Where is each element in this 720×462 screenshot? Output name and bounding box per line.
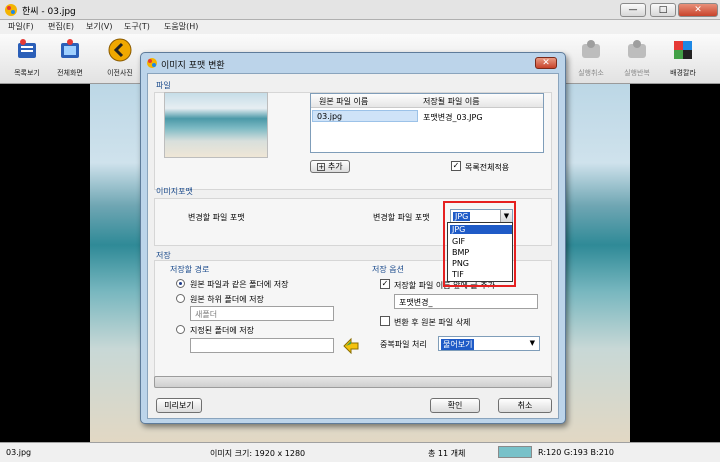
fullscreen-label: 전체화면 xyxy=(57,69,83,77)
subfolder-name-input[interactable]: 새폴더 xyxy=(190,306,334,321)
name-prefix-input[interactable]: 포맷변경_ xyxy=(394,294,538,309)
close-button[interactable]: ✕ xyxy=(678,3,718,17)
redo-label: 실행반복 xyxy=(624,69,650,77)
background-color-label: 배경칼라 xyxy=(670,69,696,77)
redo-button[interactable]: 실행반복 xyxy=(612,38,662,82)
prev-photo-button[interactable]: 이전사진 xyxy=(95,38,145,82)
save-custom-folder-label: 지정된 폴더에 저장 xyxy=(190,326,254,335)
menu-edit[interactable]: 편집(E) xyxy=(48,21,74,32)
undo-icon xyxy=(582,40,600,58)
fullscreen-button[interactable]: 전체화면 xyxy=(45,38,95,82)
image-thumbnail xyxy=(164,92,268,158)
status-count: 총 11 개체 xyxy=(428,449,466,458)
file-list[interactable]: 원본 파일 이름 저장될 파일 이름 03.jpg 포맷변경_03.JPG xyxy=(310,93,544,153)
background-color-icon xyxy=(674,41,692,59)
dialog-title-bar: 이미지 포맷 변환 ✕ xyxy=(141,53,565,73)
menu-help[interactable]: 도움말(H) xyxy=(164,21,198,32)
preview-button[interactable]: 미리보기 xyxy=(156,398,202,413)
menu-view[interactable]: 보기(V) xyxy=(86,21,112,32)
save-same-folder-label: 원본 파일과 같은 폴더에 저장 xyxy=(190,280,289,289)
cancel-button[interactable]: 취소 xyxy=(498,398,552,413)
redo-icon xyxy=(628,40,646,58)
save-subfolder-radio[interactable] xyxy=(176,294,185,303)
custom-folder-input[interactable] xyxy=(190,338,334,353)
dialog-title: 이미지 포맷 변환 xyxy=(161,61,225,71)
delete-original-checkbox[interactable] xyxy=(380,316,390,326)
ok-button[interactable]: 확인 xyxy=(430,398,480,413)
add-plus-icon: + xyxy=(317,162,326,171)
row-target-name: 포맷변경_03.JPG xyxy=(423,113,483,122)
file-section-title: 파일 xyxy=(156,81,171,90)
list-view-icon xyxy=(18,39,36,58)
header-source-name: 원본 파일 이름 xyxy=(319,97,369,106)
status-color-swatch xyxy=(498,446,532,458)
app-icon xyxy=(5,4,17,16)
delete-original-label: 변환 후 원본 파일 삭제 xyxy=(394,318,471,327)
menu-tools[interactable]: 도구(T) xyxy=(124,21,150,32)
duplicate-handling-select[interactable]: 물어보기 ▼ xyxy=(438,336,540,351)
background-color-button[interactable]: 배경칼라 xyxy=(658,38,708,82)
folder-browse-icon[interactable] xyxy=(342,336,360,354)
highlight-annotation-box xyxy=(443,201,516,287)
window-title-bar: 한씨 - 03.jpg — □ ✕ xyxy=(0,0,720,20)
status-filename: 03.jpg xyxy=(6,448,32,457)
fullscreen-icon xyxy=(61,39,79,58)
header-target-name: 저장될 파일 이름 xyxy=(423,97,480,106)
format-section-title: 이미지포맷 xyxy=(156,187,193,196)
undo-label: 실행취소 xyxy=(578,69,604,77)
name-prefix-checkbox[interactable]: ✓ xyxy=(380,279,390,289)
duplicate-handling-value: 물어보기 xyxy=(441,339,475,350)
add-file-label: 추가 xyxy=(327,162,343,171)
add-file-button[interactable]: + 추가 xyxy=(310,160,350,173)
source-format-label: 변경할 파일 포맷 xyxy=(188,213,245,222)
save-same-folder-radio[interactable] xyxy=(176,279,185,288)
prev-photo-icon xyxy=(108,38,132,62)
dialog-close-button[interactable]: ✕ xyxy=(535,57,557,69)
progress-bar xyxy=(154,376,552,388)
save-path-title: 저장할 경로 xyxy=(170,265,210,274)
duplicate-handling-label: 중복파일 처리 xyxy=(380,340,427,349)
dialog-app-icon xyxy=(147,58,157,68)
save-subfolder-label: 원본 하위 폴더에 저장 xyxy=(190,295,264,304)
minimize-button[interactable]: — xyxy=(620,3,646,17)
apply-all-checkbox[interactable]: ✓ xyxy=(451,161,461,171)
menu-bar: 파일(F) 편집(E) 보기(V) 도구(T) 도움말(H) xyxy=(0,20,720,34)
dup-chevron-down-icon[interactable]: ▼ xyxy=(530,339,535,347)
window-title: 한씨 - 03.jpg xyxy=(22,7,76,17)
undo-button[interactable]: 실행취소 xyxy=(566,38,616,82)
target-format-label: 변경할 파일 포맷 xyxy=(373,213,430,222)
status-image-size: 이미지 크기: 1920 x 1280 xyxy=(210,449,306,458)
save-custom-folder-radio[interactable] xyxy=(176,325,185,334)
maximize-button[interactable]: □ xyxy=(650,3,676,17)
menu-file[interactable]: 파일(F) xyxy=(8,21,34,32)
file-list-header: 원본 파일 이름 저장될 파일 이름 xyxy=(311,94,543,108)
prev-photo-label: 이전사진 xyxy=(107,69,133,77)
status-bar: 03.jpg 이미지 크기: 1920 x 1280 총 11 개체 R:120… xyxy=(0,442,720,462)
apply-all-label: 목록전체적용 xyxy=(465,163,510,172)
row-source-name: 03.jpg xyxy=(317,112,343,121)
status-rgb: R:120 G:193 B:210 xyxy=(538,448,614,457)
save-options-title: 저장 옵션 xyxy=(372,265,404,274)
